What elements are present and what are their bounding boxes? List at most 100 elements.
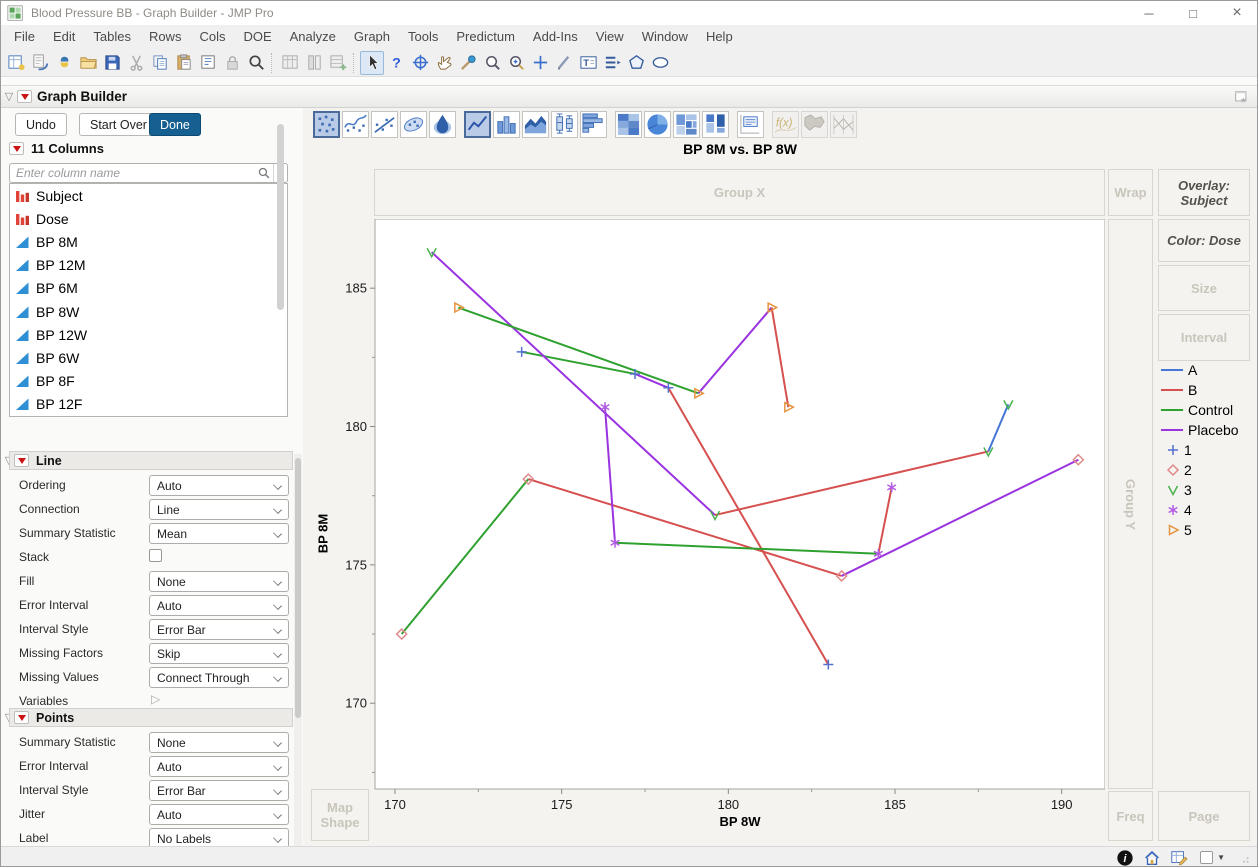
legend-marker-3[interactable]: 3 [1161,480,1239,500]
line-red-triangle-icon[interactable] [14,454,29,467]
menu-graph[interactable]: Graph [345,25,399,49]
legend-line-b[interactable]: B [1161,380,1239,400]
line-variables-disclosure-icon[interactable]: ▷ [151,692,160,706]
hand-icon[interactable] [432,51,456,75]
home-icon[interactable] [1143,849,1161,867]
layout-icon[interactable] [196,51,220,75]
minimize-button[interactable]: ─ [1127,1,1171,25]
column-search-input[interactable] [10,166,257,180]
new-data-view-icon[interactable] [28,51,52,75]
drop-zone-overlay[interactable]: Overlay: Subject [1158,169,1250,216]
data-table-icon[interactable] [278,51,302,75]
oval-icon[interactable] [648,51,672,75]
menu-add-ins[interactable]: Add-Ins [524,25,587,49]
column-item-bp-6w[interactable]: BP 6W [10,346,287,369]
legend-line-a[interactable]: A [1161,360,1239,380]
undo-button[interactable]: Undo [15,113,67,136]
palette-ellipse-icon[interactable] [400,111,427,138]
paste-icon[interactable] [172,51,196,75]
palette-formula-icon[interactable]: f(x) [772,111,799,138]
column-item-bp-8m[interactable]: BP 8M [10,230,287,253]
menu-tools[interactable]: Tools [399,25,447,49]
palette-map-shapes-icon[interactable] [801,111,828,138]
palette-histogram-icon[interactable] [580,111,607,138]
menu-tables[interactable]: Tables [84,25,140,49]
drop-zone-group-y[interactable]: Group Y [1108,219,1153,789]
column-item-bp-12f[interactable]: BP 12F [10,393,287,416]
palette-smoother-icon[interactable] [342,111,369,138]
maximize-button[interactable]: □ [1171,1,1215,25]
crosshair-icon[interactable] [408,51,432,75]
start-over-button[interactable]: Start Over [79,113,158,136]
drop-zone-color[interactable]: Color: Dose [1158,219,1250,262]
search-icon[interactable] [257,166,271,180]
pencil-icon[interactable] [552,51,576,75]
python-icon[interactable] [52,51,76,75]
points-interval-style-select[interactable]: Error Bar [149,780,289,801]
palette-heatmap-icon[interactable] [615,111,642,138]
red-triangle-menu-icon[interactable] [17,90,32,103]
legend-marker-5[interactable]: 5 [1161,520,1239,540]
column-item-bp-12m[interactable]: BP 12M [10,254,287,277]
legend-line-control[interactable]: Control [1161,400,1239,420]
scatter-plot[interactable]: 170 175 180 185 190 170 175 180 185 [325,219,1105,819]
column-item-bp-12w[interactable]: BP 12W [10,323,287,346]
plus-tool-icon[interactable] [528,51,552,75]
menu-help[interactable]: Help [697,25,742,49]
palette-mosaic-icon[interactable] [702,111,729,138]
drop-zone-freq[interactable]: Freq [1108,791,1153,841]
status-dropdown-icon[interactable]: ▼ [1217,853,1225,862]
report-window-icon[interactable] [1234,89,1251,106]
line-stack-checkbox[interactable] [149,549,162,562]
palette-area-icon[interactable] [522,111,549,138]
info-icon[interactable]: i [1116,849,1134,867]
resize-grip-icon[interactable] [1235,849,1253,867]
column-item-dose[interactable]: Dose [10,207,287,230]
points-red-triangle-icon[interactable] [14,711,29,724]
points-jitter-select[interactable]: Auto [149,804,289,825]
legend-marker-4[interactable]: 4 [1161,500,1239,520]
points-error-interval-select[interactable]: Auto [149,756,289,777]
palette-parallel-plot-icon[interactable] [830,111,857,138]
menu-doe[interactable]: DOE [234,25,280,49]
menu-analyze[interactable]: Analyze [281,25,345,49]
palette-pie-icon[interactable] [644,111,671,138]
column-info-icon[interactable] [302,51,326,75]
arrange-icon[interactable] [600,51,624,75]
lock-icon[interactable] [220,51,244,75]
menu-cols[interactable]: Cols [190,25,234,49]
palette-contour-icon[interactable] [429,111,456,138]
line-ordering-select[interactable]: Auto [149,475,289,496]
column-item-bp-6m[interactable]: BP 6M [10,277,287,300]
column-item-bp-8w[interactable]: BP 8W [10,300,287,323]
palette-points-icon[interactable] [313,111,340,138]
palette-line-icon[interactable] [464,111,491,138]
line-summary-statistic-select[interactable]: Mean [149,523,289,544]
drop-zone-group-x[interactable]: Group X [374,169,1105,216]
legend-marker-2[interactable]: 2 [1161,460,1239,480]
line-fill-select[interactable]: None [149,571,289,592]
palette-box-plot-icon[interactable] [551,111,578,138]
palette-treemap-icon[interactable] [673,111,700,138]
cut-icon[interactable] [124,51,148,75]
copy-icon[interactable] [148,51,172,75]
menu-rows[interactable]: Rows [140,25,191,49]
legend-line-placebo[interactable]: Placebo [1161,420,1239,440]
annotate-icon[interactable]: T [576,51,600,75]
save-icon[interactable] [100,51,124,75]
line-missing-factors-select[interactable]: Skip [149,643,289,664]
column-item-bp-8f[interactable]: BP 8F [10,370,287,393]
menu-file[interactable]: File [5,25,44,49]
table-edit-icon[interactable] [1170,849,1188,867]
line-connection-select[interactable]: Line [149,499,289,520]
magnifier-icon[interactable] [480,51,504,75]
palette-bar-icon[interactable] [493,111,520,138]
legend-marker-1[interactable]: 1 [1161,440,1239,460]
close-button[interactable]: × [1215,1,1257,25]
drop-zone-page[interactable]: Page [1158,791,1250,841]
line-error-interval-select[interactable]: Auto [149,595,289,616]
column-list-scrollbar[interactable] [277,124,284,310]
add-rows-icon[interactable] [326,51,350,75]
points-summary-statistic-select[interactable]: None [149,732,289,753]
drop-zone-size[interactable]: Size [1158,265,1250,311]
